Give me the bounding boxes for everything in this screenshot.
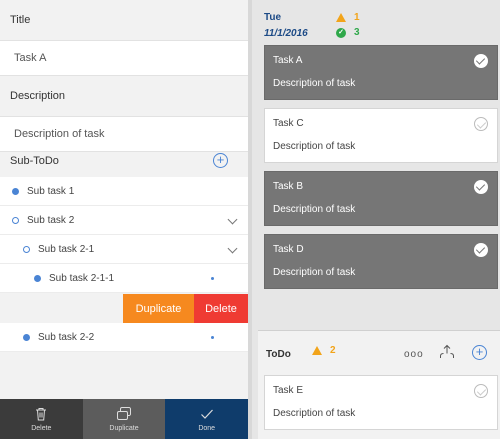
add-todo-button[interactable]: + [472,345,487,360]
task-card[interactable]: Task B Description of task [264,171,498,226]
delete-toolbar-button[interactable]: Delete [0,399,83,439]
indicator-dot-icon [211,277,214,280]
completed-check-icon[interactable] [474,243,488,257]
title-field[interactable]: Task A [0,40,248,76]
completed-check-icon[interactable] [474,180,488,194]
task-description: Description of task [273,78,356,89]
day-label: Tue [264,12,282,23]
task-description: Description of task [273,204,356,215]
task-description: Description of task [273,408,356,419]
indicator-dot-icon [211,336,214,339]
todo-section: ToDo 2 ooo + Task E Description of task [258,330,500,439]
plus-icon: + [475,344,484,359]
duplicate-swipe-button[interactable]: Duplicate [123,294,194,323]
more-options-icon[interactable]: ooo [404,349,424,360]
subtodo-header: Sub-ToDo + [0,146,248,176]
task-title: Task E [273,385,304,396]
completed-check-icon[interactable] [474,54,488,68]
description-label: Description [0,76,248,116]
checkmark-icon [200,409,213,419]
task-title: Task D [273,244,304,255]
incomplete-check-icon[interactable] [474,384,488,398]
subtask-status-icon[interactable] [23,245,30,253]
subtask-label: Sub task 2 [27,214,75,226]
subtask-row[interactable]: Sub task 2 [0,206,248,235]
subtask-row[interactable]: Sub task 1 [0,177,248,206]
warning-icon [336,13,346,22]
task-title: Task C [273,118,304,129]
duplicate-icon [117,407,131,420]
done-toolbar-label: Done [198,425,216,432]
trash-icon [36,408,47,421]
delete-swipe-button[interactable]: Delete [194,294,248,323]
chevron-down-icon[interactable] [227,243,238,254]
task-editor-panel: Title Task A Description Description of … [0,0,248,439]
subtask-status-icon[interactable] [34,274,41,282]
task-title: Task B [273,181,304,192]
plus-icon: + [216,152,225,167]
subtask-label: Sub task 2-1-1 [49,272,115,284]
subtask-row[interactable]: Sub task 2-2 [0,323,248,352]
warning-count-badge: 1 [336,12,360,23]
task-description: Description of task [273,267,356,278]
duplicate-toolbar-label: Duplicate [109,425,139,432]
done-count-badge: ✓ 3 [336,27,360,38]
warning-icon [312,346,322,355]
incomplete-check-icon[interactable] [474,117,488,131]
todo-title: ToDo [266,349,291,360]
add-subtask-button[interactable]: + [213,153,228,168]
subtodo-label: Sub-ToDo [10,155,59,167]
task-list-panel: Tue 11/1/2016 1 ✓ 3 Task A Description o… [252,0,500,439]
title-label: Title [0,0,248,40]
task-card[interactable]: Task D Description of task [264,234,498,289]
subtask-row[interactable]: Sub task 2-1-1 [0,264,248,293]
chevron-down-icon[interactable] [227,214,238,225]
task-card[interactable]: Task E Description of task [264,375,498,430]
task-title: Task A [273,55,303,66]
duplicate-toolbar-button[interactable]: Duplicate [82,399,166,439]
done-count: 3 [354,27,360,38]
done-toolbar-button[interactable]: Done [165,399,248,439]
subtask-row[interactable]: Sub task 2-1 [0,235,248,264]
todo-warning-count: 2 [330,345,336,356]
date-label: 11/1/2016 [264,28,308,39]
task-card[interactable]: Task C Description of task [264,108,498,163]
subtask-status-icon[interactable] [12,216,19,224]
subtask-label: Sub task 2-1 [38,243,95,255]
check-circle-icon: ✓ [336,27,346,38]
date-header: Tue 11/1/2016 [264,10,308,42]
warning-count: 1 [354,12,360,23]
task-description: Description of task [273,141,356,152]
subtask-label: Sub task 1 [27,185,75,197]
todo-warning-badge: 2 [312,345,336,356]
task-card[interactable]: Task A Description of task [264,45,498,100]
subtask-label: Sub task 2-2 [38,331,95,343]
subtask-status-icon[interactable] [23,333,30,341]
share-icon[interactable] [438,343,456,361]
bottom-toolbar: Delete Duplicate Done [0,399,248,439]
delete-toolbar-label: Delete [31,425,52,432]
subtask-status-icon[interactable] [12,187,19,195]
